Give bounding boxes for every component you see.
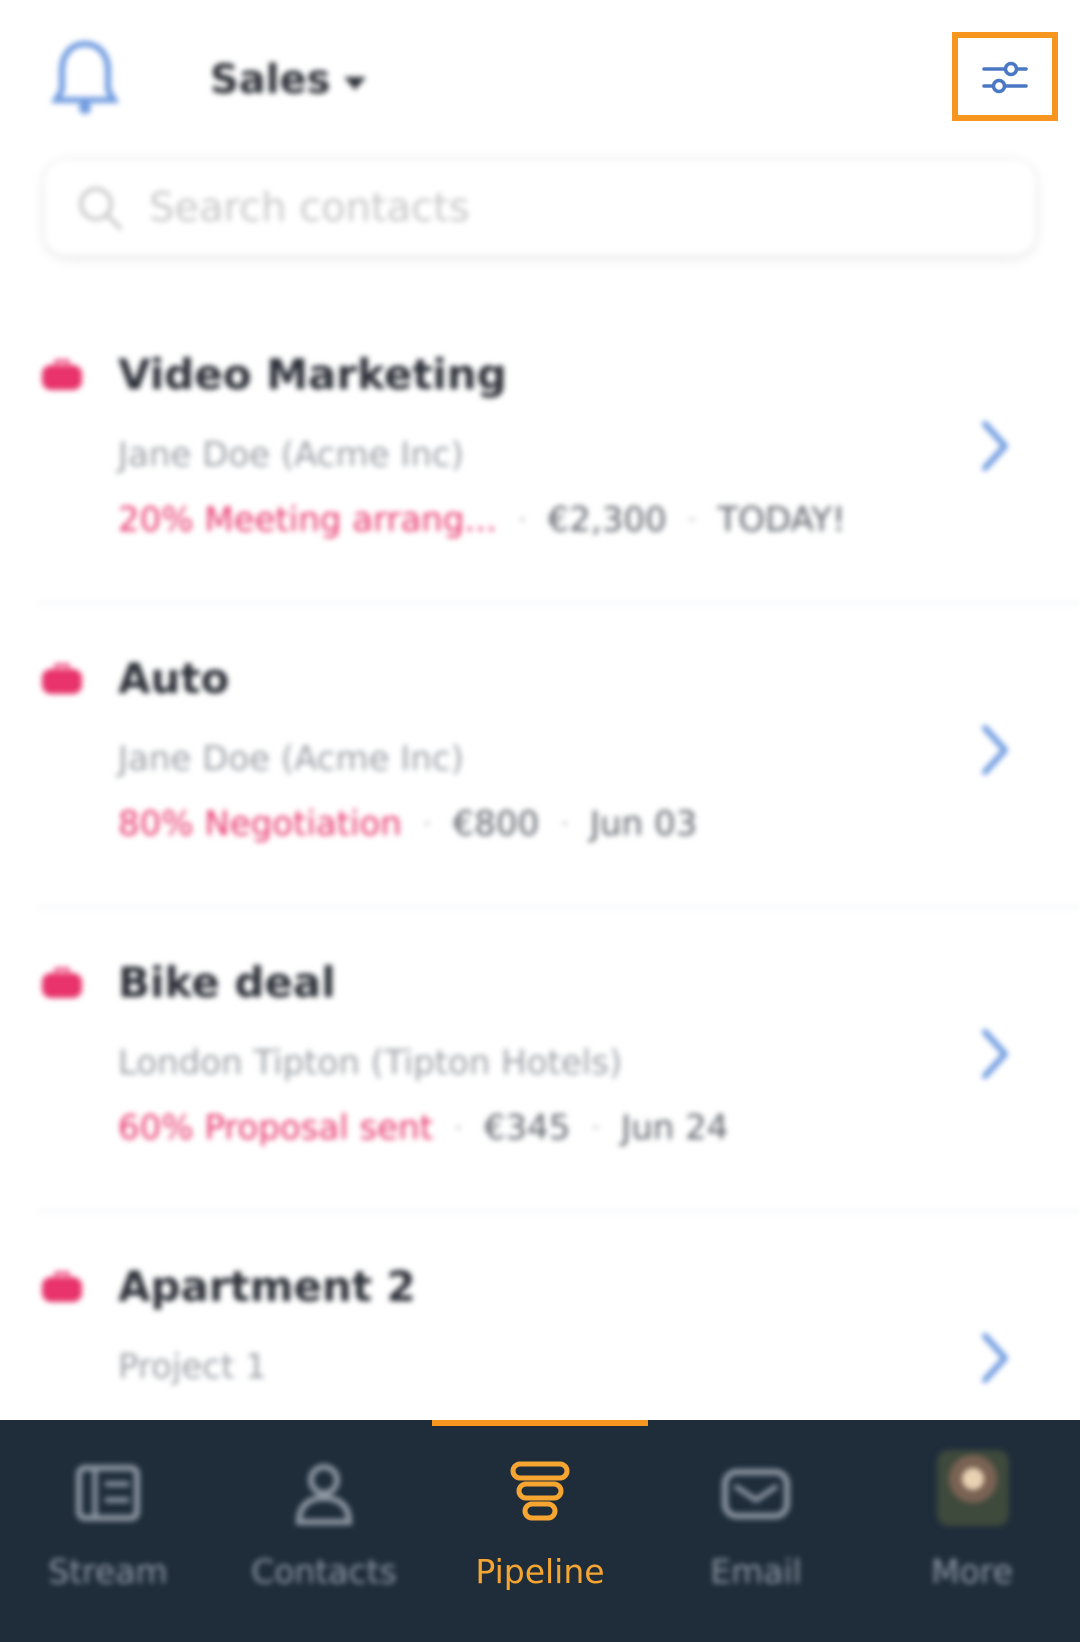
deal-meta: 20% Meeting arrang... · €2,300 · TODAY! <box>118 500 846 540</box>
pipeline-name: Sales <box>210 57 331 103</box>
deal-contact: Jane Doe (Acme Inc) <box>118 435 464 475</box>
deal-list: Video Marketing Jane Doe (Acme Inc) 20% … <box>0 300 1080 1516</box>
separator-dot: · <box>559 804 571 844</box>
nav-label: Pipeline <box>475 1552 605 1591</box>
nav-label: More <box>931 1552 1013 1591</box>
search-bar[interactable] <box>45 160 1035 255</box>
stream-icon <box>76 1465 140 1521</box>
separator-dot: · <box>686 500 698 540</box>
deal-value: €2,300 <box>547 500 667 540</box>
deal-meta: 60% Proposal sent · €345 · Jun 24 <box>118 1108 728 1148</box>
pipeline-icon <box>510 1461 570 1521</box>
nav-stream[interactable]: Stream <box>0 1420 216 1642</box>
sliders-icon <box>982 61 1028 93</box>
deal-row[interactable]: Video Marketing Jane Doe (Acme Inc) 20% … <box>0 300 1080 604</box>
briefcase-icon <box>42 359 82 390</box>
deal-date: TODAY! <box>717 500 846 540</box>
deal-contact: Project 1 <box>118 1347 267 1387</box>
nav-label: Email <box>710 1552 802 1591</box>
deal-title: Bike deal <box>118 958 336 1007</box>
briefcase-icon <box>42 1271 82 1302</box>
search-input[interactable] <box>147 183 951 232</box>
nav-label: Stream <box>48 1552 168 1591</box>
filter-button[interactable] <box>952 32 1058 121</box>
separator-dot: · <box>421 804 433 844</box>
deal-value: €800 <box>452 804 540 844</box>
chevron-right-icon[interactable] <box>975 722 1015 778</box>
deal-meta: 80% Negotiation · €800 · Jun 03 <box>118 804 697 844</box>
bottom-nav: Stream Contacts Pipeline Email More <box>0 1420 1080 1642</box>
separator-dot: · <box>516 500 528 540</box>
briefcase-icon <box>42 663 82 694</box>
separator-dot: · <box>590 1108 602 1148</box>
bell-icon[interactable] <box>50 38 120 118</box>
app-header: Sales <box>0 0 1080 150</box>
deal-contact: Jane Doe (Acme Inc) <box>118 739 464 779</box>
briefcase-icon <box>42 967 82 998</box>
deal-row[interactable]: Bike deal London Tipton (Tipton Hotels) … <box>0 908 1080 1212</box>
deal-date: Jun 03 <box>590 804 698 844</box>
email-icon <box>722 1469 790 1519</box>
deal-stage: 20% Meeting arrang... <box>118 500 497 540</box>
nav-email[interactable]: Email <box>648 1420 864 1642</box>
deal-row[interactable]: Auto Jane Doe (Acme Inc) 80% Negotiation… <box>0 604 1080 908</box>
chevron-right-icon[interactable] <box>975 1026 1015 1082</box>
deal-stage: 60% Proposal sent <box>118 1108 434 1148</box>
nav-label: Contacts <box>251 1552 397 1591</box>
deal-title: Apartment 2 <box>118 1262 416 1311</box>
nav-more[interactable]: More <box>864 1420 1080 1642</box>
nav-contacts[interactable]: Contacts <box>216 1420 432 1642</box>
separator-dot: · <box>453 1108 464 1148</box>
deal-contact: London Tipton (Tipton Hotels) <box>118 1043 623 1083</box>
deal-title: Video Marketing <box>118 350 507 399</box>
deal-value: €345 <box>483 1108 571 1148</box>
avatar <box>937 1450 1009 1526</box>
contacts-icon <box>295 1464 353 1525</box>
nav-pipeline[interactable]: Pipeline <box>432 1420 648 1642</box>
chevron-right-icon[interactable] <box>975 418 1015 474</box>
search-icon <box>79 186 122 230</box>
chevron-right-icon[interactable] <box>975 1330 1015 1386</box>
deal-date: Jun 24 <box>621 1108 729 1148</box>
deal-title: Auto <box>118 654 230 703</box>
deal-stage: 80% Negotiation <box>118 804 402 844</box>
pipeline-selector[interactable]: Sales <box>210 55 367 105</box>
chevron-down-icon <box>344 76 367 90</box>
